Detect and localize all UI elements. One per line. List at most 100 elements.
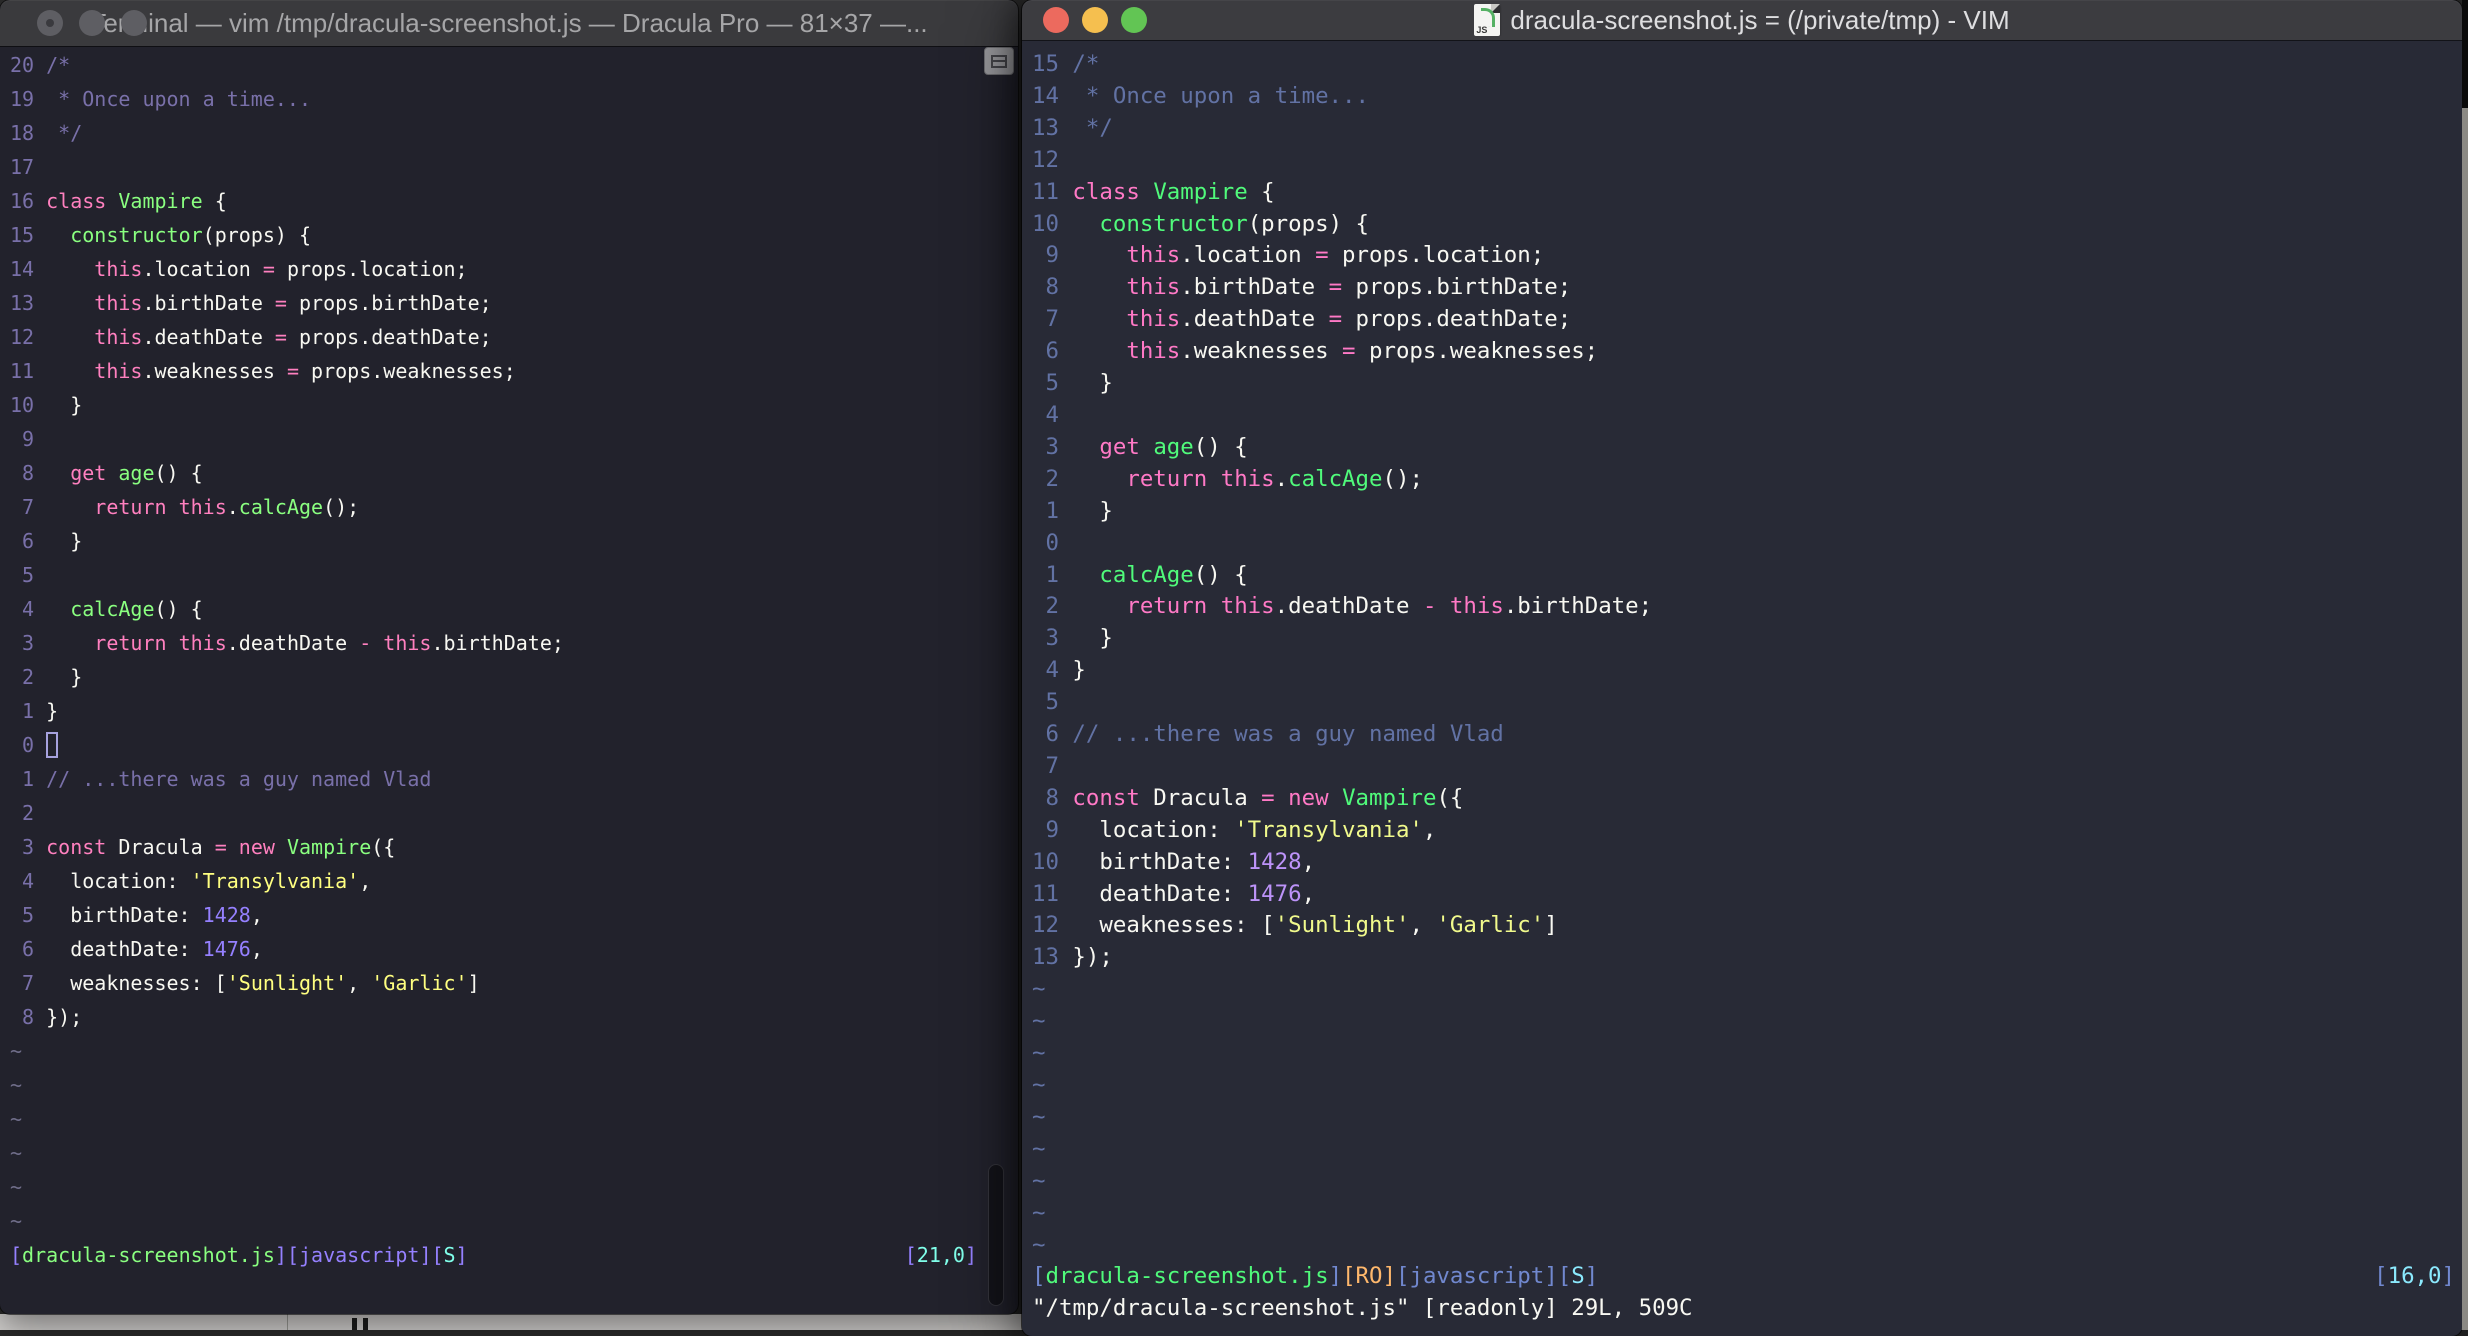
code-line: 11 this.weaknesses = props.weaknesses; bbox=[10, 354, 1018, 388]
zoom-button[interactable] bbox=[121, 10, 147, 36]
line-number: 20 bbox=[10, 53, 35, 77]
line-number: 11 bbox=[1032, 178, 1059, 205]
line-number: 18 bbox=[10, 121, 35, 145]
code-line: 7 return this.calcAge(); bbox=[10, 490, 1018, 524]
line-number: 3 bbox=[1045, 433, 1059, 460]
code-line: 7 weaknesses: ['Sunlight', 'Garlic'] bbox=[10, 966, 1018, 1000]
tilde-line: ~ bbox=[1032, 1072, 1046, 1098]
line-number: 8 bbox=[22, 1005, 35, 1029]
line-number: 9 bbox=[22, 427, 35, 451]
line-number: 10 bbox=[1032, 210, 1059, 237]
tilde-line: ~ bbox=[1032, 1008, 1046, 1035]
code-line: 15 constructor(props) { bbox=[10, 218, 1018, 252]
tilde-line: ~ bbox=[10, 1107, 23, 1131]
line-number: 1 bbox=[1045, 561, 1059, 588]
line-number: 13 bbox=[1032, 944, 1059, 971]
background-text-fragment bbox=[363, 1318, 368, 1330]
code-line: 16 class Vampire { bbox=[10, 184, 1018, 218]
line-number: 15 bbox=[10, 223, 35, 247]
line-number: 2 bbox=[1045, 593, 1059, 620]
line-number: 4 bbox=[1045, 401, 1059, 428]
tilde-line: ~ bbox=[1032, 1103, 1046, 1130]
code-line: 6 } bbox=[10, 524, 1018, 558]
window-title-text: dracula-screenshot.js = (/private/tmp) -… bbox=[1510, 4, 2010, 35]
code-line: 12 bbox=[1032, 145, 2462, 177]
line-number: 6 bbox=[22, 937, 35, 961]
code-line: 5 birthDate: 1428, bbox=[10, 898, 1018, 932]
code-line: 8 get age() { bbox=[10, 456, 1018, 490]
tilde-line: ~ bbox=[1032, 1231, 1046, 1258]
close-button[interactable] bbox=[1043, 7, 1069, 33]
line-number: 14 bbox=[10, 257, 35, 281]
code-line: 14 this.location = props.location; bbox=[10, 252, 1018, 286]
screen-edge-gray bbox=[2462, 108, 2468, 1330]
terminal-titlebar[interactable]: Terminal — vim /tmp/dracula-screenshot.j… bbox=[0, 0, 1018, 46]
zoom-button[interactable] bbox=[1121, 7, 1147, 33]
vim-titlebar[interactable]: JS dracula-screenshot.js = (/private/tmp… bbox=[1022, 0, 2462, 40]
line-number: 10 bbox=[10, 393, 35, 417]
screen-edge-dark bbox=[2462, 0, 2468, 108]
code-line: 2 } bbox=[10, 660, 1018, 694]
code-line: 4 calcAge() { bbox=[10, 592, 1018, 626]
code-line: 8 const Dracula = new Vampire({ bbox=[1032, 783, 2462, 815]
code-line: 1// ...there was a guy named Vlad bbox=[10, 762, 1018, 796]
tilde-line: ~ bbox=[1032, 1199, 1046, 1226]
line-number: 3 bbox=[1045, 625, 1059, 652]
traffic-lights bbox=[0, 0, 147, 46]
line-number: 11 bbox=[10, 359, 35, 383]
code-line: 0 bbox=[10, 728, 1018, 762]
code-line: 9 location: 'Transylvania', bbox=[1032, 815, 2462, 847]
scrollbar-thumb[interactable] bbox=[988, 1164, 1004, 1306]
line-number: 13 bbox=[1032, 114, 1059, 141]
line-number: 5 bbox=[1045, 370, 1059, 397]
statusline-flags: [dracula-screenshot.js][javascript][S] bbox=[10, 1243, 468, 1267]
vim-commandline: "/tmp/dracula-screenshot.js" [readonly] … bbox=[1032, 1295, 1693, 1322]
line-number: 10 bbox=[1032, 848, 1059, 875]
terminal-window: Terminal — vim /tmp/dracula-screenshot.j… bbox=[0, 0, 1018, 1314]
js-document-icon: JS bbox=[1474, 4, 1501, 36]
code-line: 7 bbox=[1032, 751, 2462, 783]
line-number: 5 bbox=[22, 903, 35, 927]
code-line: 13 this.birthDate = props.birthDate; bbox=[10, 286, 1018, 320]
line-number: 7 bbox=[22, 971, 35, 995]
tilde-line: ~ bbox=[10, 1073, 23, 1097]
minimize-button[interactable] bbox=[1082, 7, 1108, 33]
line-number: 9 bbox=[1045, 242, 1059, 269]
line-number: 0 bbox=[22, 733, 35, 757]
line-number: 7 bbox=[1045, 306, 1059, 333]
code-line: 3 get age() { bbox=[1032, 432, 2462, 464]
line-number: 6 bbox=[22, 529, 35, 553]
code-line: 4 location: 'Transylvania', bbox=[10, 864, 1018, 898]
line-number: 4 bbox=[22, 597, 35, 621]
code-line: 12 weaknesses: ['Sunlight', 'Garlic'] bbox=[1032, 910, 2462, 942]
code-line: 20/* bbox=[10, 48, 1018, 82]
line-number: 7 bbox=[1045, 752, 1059, 779]
code-line: 5 } bbox=[1032, 368, 2462, 400]
split-pane-button[interactable] bbox=[984, 47, 1014, 75]
code-line: 3 const Dracula = new Vampire({ bbox=[10, 830, 1018, 864]
line-number: 16 bbox=[10, 189, 35, 213]
line-number: 8 bbox=[22, 461, 35, 485]
line-number: 12 bbox=[1032, 912, 1059, 939]
line-number: 4 bbox=[22, 869, 35, 893]
code-line: 14 * Once upon a time... bbox=[1032, 81, 2462, 113]
code-line: 4 bbox=[1032, 400, 2462, 432]
code-line: 5 bbox=[1032, 687, 2462, 719]
tilde-line: ~ bbox=[10, 1039, 23, 1063]
js-badge: JS bbox=[1476, 25, 1488, 35]
buffer[interactable]: 15/* 14 * Once upon a time... 13 */12 11 cla… bbox=[1022, 40, 2462, 1336]
line-number: 12 bbox=[10, 325, 35, 349]
tilde-line: ~ bbox=[1032, 976, 1046, 1003]
buffer[interactable]: 20/* 19 * Once upon a time... 18 */17 16 cla… bbox=[0, 46, 1018, 1314]
code-line: 10 constructor(props) { bbox=[1032, 209, 2462, 241]
line-number: 7 bbox=[22, 495, 35, 519]
tilde-line: ~ bbox=[1032, 1135, 1046, 1162]
minimize-button[interactable] bbox=[79, 10, 105, 36]
line-number: 5 bbox=[22, 563, 35, 587]
code-line: 8}); bbox=[10, 1000, 1018, 1034]
tilde-line: ~ bbox=[1032, 1040, 1046, 1067]
close-button[interactable] bbox=[37, 10, 63, 36]
code-line: 19 * Once upon a time... bbox=[10, 82, 1018, 116]
statusline-flags: [dracula-screenshot.js][RO][javascript][… bbox=[1032, 1263, 1599, 1290]
line-number: 1 bbox=[22, 767, 35, 791]
